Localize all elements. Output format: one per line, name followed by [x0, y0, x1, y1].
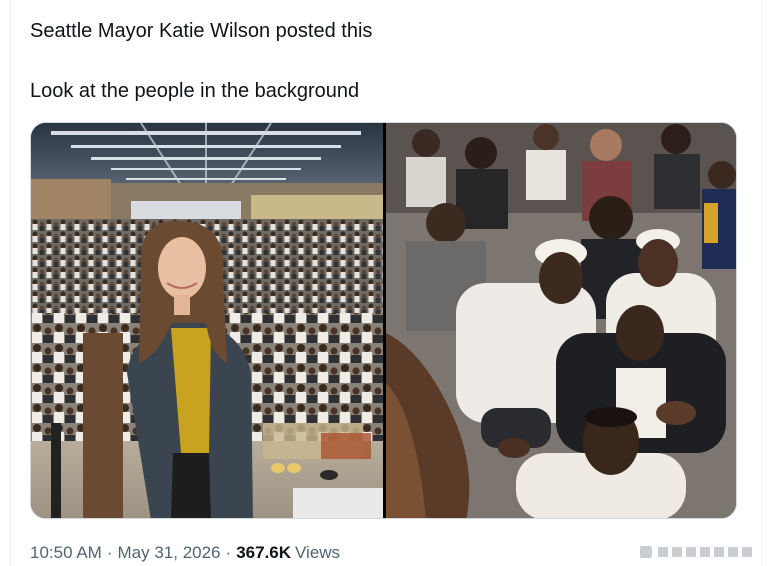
- tweet-text-line-1: Seattle Mayor Katie Wilson posted this: [30, 20, 373, 42]
- watermark-icon: [640, 544, 760, 560]
- tweet-time[interactable]: 10:50 AM: [30, 543, 102, 562]
- views-count: 367.6K: [236, 543, 292, 562]
- views-label: Views: [295, 543, 341, 562]
- tweet-text: Seattle Mayor Katie Wilson posted this L…: [30, 18, 730, 104]
- tweet-text-line-2: Look at the people in the background: [30, 80, 360, 102]
- photo-left-image[interactable]: [31, 123, 383, 518]
- tweet-media[interactable]: [30, 122, 737, 519]
- meta-separator: ·: [225, 543, 232, 562]
- tweet-date[interactable]: May 31, 2026: [118, 543, 221, 562]
- tweet-meta: 10:50 AM · May 31, 2026 · 367.6K Views: [30, 542, 340, 564]
- meta-separator: ·: [106, 543, 113, 562]
- photo-right-image[interactable]: [386, 123, 736, 518]
